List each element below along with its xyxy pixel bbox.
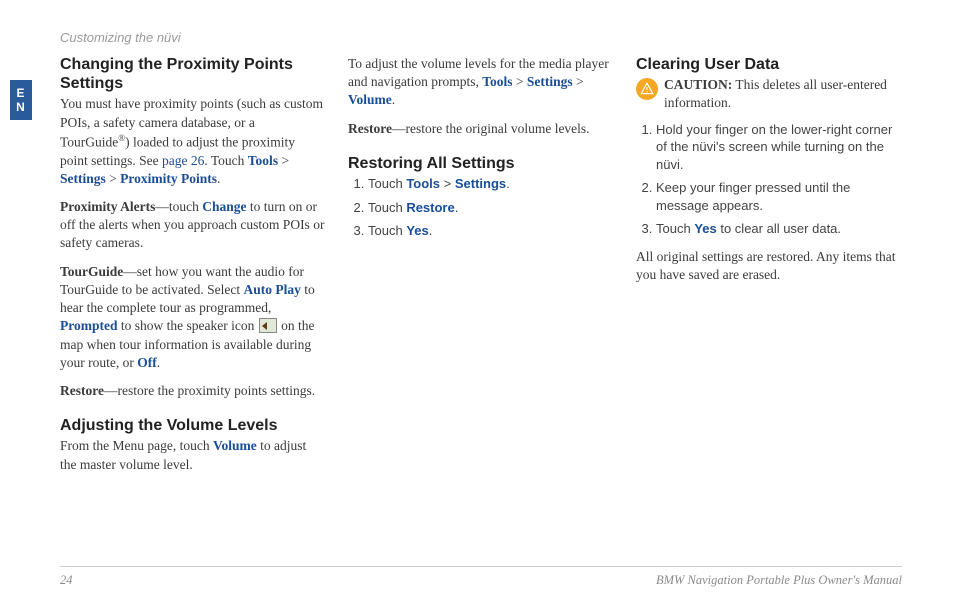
heading-volume-levels: Adjusting the Volume Levels bbox=[60, 416, 326, 435]
list-item: Touch Tools > Settings. bbox=[368, 175, 614, 193]
clear-end-para: All original settings are restored. Any … bbox=[636, 248, 902, 284]
warning-icon bbox=[636, 78, 658, 100]
caution-block: CAUTION: This deletes all user-entered i… bbox=[636, 76, 902, 112]
proximity-alerts-para: Proximity Alerts—touch Change to turn on… bbox=[60, 198, 326, 253]
sep: > bbox=[278, 153, 289, 168]
heading-clearing-data: Clearing User Data bbox=[636, 55, 902, 74]
sep: > bbox=[573, 74, 584, 89]
running-head: Customizing the nüvi bbox=[60, 30, 902, 45]
ui-volume: Volume bbox=[213, 438, 257, 453]
ui-path-settings: Settings bbox=[527, 74, 573, 89]
list-item: Hold your finger on the lower-right corn… bbox=[656, 121, 902, 174]
text: Touch bbox=[368, 200, 406, 215]
ui-tools: Tools bbox=[406, 176, 440, 191]
text: to clear all user data. bbox=[717, 221, 841, 236]
text: . bbox=[157, 355, 160, 370]
prox-intro: You must have proximity points (such as … bbox=[60, 95, 326, 188]
ui-settings: Settings bbox=[455, 176, 506, 191]
volume-intro: From the Menu page, touch Volume to adju… bbox=[60, 437, 326, 473]
caution-text: CAUTION: This deletes all user-entered i… bbox=[664, 76, 902, 112]
list-item: Touch Yes. bbox=[368, 222, 614, 240]
language-tab: E N bbox=[10, 80, 32, 120]
ui-path-volume: Volume bbox=[348, 92, 392, 107]
speaker-icon bbox=[259, 318, 277, 333]
restore-prox-para: Restore—restore the proximity points set… bbox=[60, 382, 326, 400]
sep: > bbox=[106, 171, 120, 186]
sep: > bbox=[513, 74, 527, 89]
restore-volume-para: Restore—restore the original volume leve… bbox=[348, 120, 614, 138]
manual-title: BMW Navigation Portable Plus Owner's Man… bbox=[656, 573, 902, 588]
page-ref-link[interactable]: page 26 bbox=[162, 153, 204, 168]
page-footer: 24 BMW Navigation Portable Plus Owner's … bbox=[60, 566, 902, 588]
volume-media-para: To adjust the volume levels for the medi… bbox=[348, 55, 614, 110]
ui-change: Change bbox=[202, 199, 246, 214]
language-code: E N bbox=[10, 86, 32, 114]
page-number: 24 bbox=[60, 573, 73, 588]
ui-restore: Restore bbox=[406, 200, 454, 215]
heading-restoring-all: Restoring All Settings bbox=[348, 154, 614, 173]
clear-steps-list: Hold your finger on the lower-right corn… bbox=[636, 121, 902, 238]
heading-proximity-settings: Changing the Proximity Points Settings bbox=[60, 55, 326, 93]
tourguide-para: TourGuide—set how you want the audio for… bbox=[60, 263, 326, 372]
ui-path-tools: Tools bbox=[248, 153, 278, 168]
text: . bbox=[217, 171, 220, 186]
text: . bbox=[455, 200, 459, 215]
ui-yes: Yes bbox=[406, 223, 428, 238]
list-item: Touch Restore. bbox=[368, 199, 614, 217]
text: . bbox=[392, 92, 395, 107]
text: From the Menu page, touch bbox=[60, 438, 213, 453]
ui-prompted: Prompted bbox=[60, 318, 118, 333]
ui-off: Off bbox=[137, 355, 157, 370]
label-proximity-alerts: Proximity Alerts bbox=[60, 199, 155, 214]
ui-path-tools: Tools bbox=[482, 74, 512, 89]
text: Touch bbox=[656, 221, 694, 236]
page-body: Customizing the nüvi Changing the Proxim… bbox=[0, 0, 954, 535]
caution-label: CAUTION: bbox=[664, 77, 732, 92]
ui-path-settings: Settings bbox=[60, 171, 106, 186]
text: to show the speaker icon bbox=[118, 318, 258, 333]
text: —restore the proximity points settings. bbox=[104, 383, 315, 398]
text: . bbox=[506, 176, 510, 191]
list-item: Touch Yes to clear all user data. bbox=[656, 220, 902, 238]
sep: > bbox=[440, 176, 455, 191]
text: Touch bbox=[368, 223, 406, 238]
text: —touch bbox=[155, 199, 202, 214]
label-tourguide: TourGuide bbox=[60, 264, 123, 279]
ui-path-proximity: Proximity Points bbox=[120, 171, 217, 186]
text: . Touch bbox=[204, 153, 247, 168]
label-restore: Restore bbox=[348, 121, 392, 136]
text: . bbox=[429, 223, 433, 238]
ui-auto-play: Auto Play bbox=[244, 282, 301, 297]
text: Touch bbox=[368, 176, 406, 191]
list-item: Keep your finger pressed until the messa… bbox=[656, 179, 902, 214]
ui-yes: Yes bbox=[694, 221, 716, 236]
content-columns: Changing the Proximity Points Settings Y… bbox=[60, 55, 902, 535]
text: —restore the original volume levels. bbox=[392, 121, 590, 136]
restore-steps-list: Touch Tools > Settings. Touch Restore. T… bbox=[348, 175, 614, 240]
label-restore: Restore bbox=[60, 383, 104, 398]
